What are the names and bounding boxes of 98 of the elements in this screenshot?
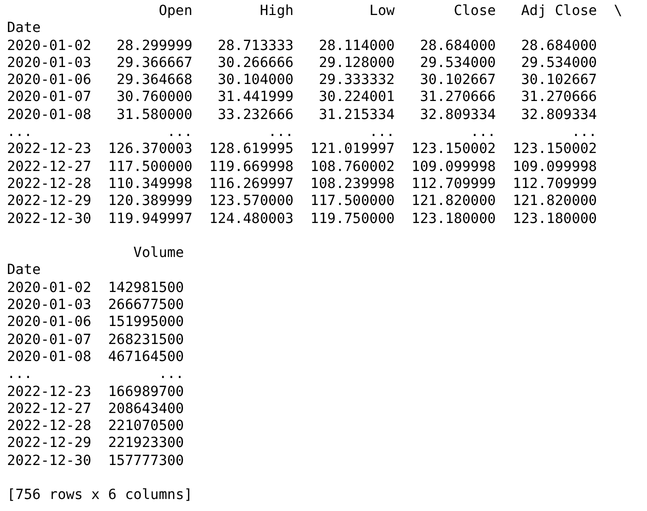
- column-header: High: [260, 3, 294, 20]
- table-cell: 117.500000: [108, 158, 192, 176]
- index-label: Date: [7, 20, 41, 38]
- table-cell: 123.150002: [512, 141, 597, 159]
- table-cell: 221070500: [108, 418, 184, 436]
- column-header: Open: [158, 3, 192, 20]
- table-cell: 121.820000: [512, 193, 597, 211]
- table-cell: 121.820000: [412, 193, 496, 211]
- table-cell: 119.949997: [108, 210, 192, 228]
- table-cell: 109.099998: [412, 158, 496, 176]
- table-cell: 29.366667: [116, 54, 192, 72]
- table-cell: 30.102667: [420, 72, 496, 90]
- table-cell: 31.270666: [420, 89, 496, 107]
- column-header: Low: [369, 3, 395, 20]
- row-index: 2020-01-02: [7, 38, 92, 55]
- table-cell: 32.809334: [420, 106, 496, 124]
- table-cell: 28.114000: [318, 38, 395, 55]
- row-index: 2020-01-02: [7, 280, 92, 298]
- row-index: 2022-12-30: [7, 210, 92, 228]
- table-cell: 124.480003: [209, 210, 294, 228]
- table-cell: 123.180000: [512, 210, 597, 228]
- table-cell: 157777300: [108, 452, 184, 470]
- row-index: 2020-01-06: [7, 72, 92, 90]
- table-cell: 128.619995: [209, 141, 294, 159]
- table-cell: 208643400: [108, 400, 184, 418]
- table-cell: 123.570000: [209, 193, 294, 211]
- table-cell: 31.215334: [318, 106, 395, 124]
- table-cell: 123.180000: [412, 210, 496, 228]
- row-index: ...: [7, 366, 32, 384]
- table-cell: 221923300: [108, 435, 184, 453]
- table-cell: 166989700: [108, 384, 184, 401]
- table-cell: 120.389999: [108, 193, 192, 211]
- row-index: 2020-01-08: [7, 106, 92, 124]
- table-cell: 30.760000: [116, 89, 192, 107]
- table-cell: 108.760002: [310, 158, 395, 176]
- table-cell: 31.270666: [521, 89, 597, 107]
- table-cell: 28.299999: [116, 38, 192, 55]
- table-cell: 30.224001: [318, 89, 395, 107]
- table-cell: 30.102667: [521, 72, 597, 90]
- table-cell: 116.269997: [209, 176, 294, 194]
- table-cell: 29.128000: [318, 54, 395, 72]
- row-index: 2020-01-03: [7, 297, 92, 314]
- table-cell: ...: [470, 124, 496, 142]
- table-cell: 28.684000: [420, 38, 496, 55]
- row-index: 2022-12-29: [7, 193, 92, 211]
- table-cell: 119.750000: [310, 210, 395, 228]
- row-index: 2022-12-28: [7, 418, 92, 436]
- table-cell: ...: [572, 124, 597, 142]
- table-cell: 32.809334: [521, 106, 597, 124]
- column-header: Adj Close: [521, 3, 597, 20]
- table-cell: 29.333332: [318, 72, 395, 90]
- row-index: 2020-01-03: [7, 54, 92, 72]
- table-cell: 112.709999: [412, 176, 496, 194]
- row-index: 2022-12-30: [7, 452, 92, 470]
- row-index: 2020-01-08: [7, 348, 92, 366]
- row-index: 2022-12-29: [7, 435, 92, 453]
- continuation-mark: \: [614, 3, 622, 20]
- table-cell: ...: [268, 124, 294, 142]
- index-label: Date: [7, 262, 41, 280]
- table-cell: 268231500: [108, 332, 184, 349]
- table-cell: 112.709999: [512, 176, 597, 194]
- table-cell: 117.500000: [310, 193, 395, 211]
- table-cell: 467164500: [108, 348, 184, 366]
- row-index: 2022-12-23: [7, 141, 92, 159]
- row-index: 2020-01-07: [7, 332, 92, 349]
- table-cell: 121.019997: [310, 141, 395, 159]
- table-cell: 30.104000: [218, 72, 294, 90]
- table-cell: 108.239998: [310, 176, 395, 194]
- table-cell: ...: [158, 366, 184, 384]
- row-index: 2020-01-07: [7, 89, 92, 107]
- row-index: 2022-12-27: [7, 400, 92, 418]
- table-cell: 266677500: [108, 297, 184, 314]
- table-cell: 109.099998: [512, 158, 597, 176]
- summary-text: [756 rows x 6 columns]: [7, 487, 192, 504]
- table-cell: 123.150002: [412, 141, 496, 159]
- table-cell: 119.669998: [209, 158, 294, 176]
- column-header: Close: [454, 3, 496, 20]
- row-index: 2022-12-27: [7, 158, 92, 176]
- table-cell: 31.441999: [218, 89, 294, 107]
- table-cell: 110.349998: [108, 176, 192, 194]
- row-index: 2020-01-06: [7, 314, 92, 332]
- table-cell: ...: [369, 124, 395, 142]
- column-header: Volume: [133, 245, 184, 262]
- table-cell: 29.364668: [116, 72, 192, 90]
- table-cell: 28.713333: [218, 38, 294, 55]
- row-index: 2022-12-28: [7, 176, 92, 194]
- table-cell: 142981500: [108, 280, 184, 298]
- row-index: ...: [7, 124, 32, 142]
- table-cell: ...: [167, 124, 192, 142]
- table-cell: 126.370003: [108, 141, 192, 159]
- table-cell: 151995000: [108, 314, 184, 332]
- table-cell: 29.534000: [420, 54, 496, 72]
- table-cell: 31.580000: [116, 106, 192, 124]
- table-cell: 29.534000: [521, 54, 597, 72]
- table-cell: 30.266666: [218, 54, 294, 72]
- row-index: 2022-12-23: [7, 384, 92, 401]
- table-cell: 28.684000: [521, 38, 597, 55]
- table-cell: 33.232666: [218, 106, 294, 124]
